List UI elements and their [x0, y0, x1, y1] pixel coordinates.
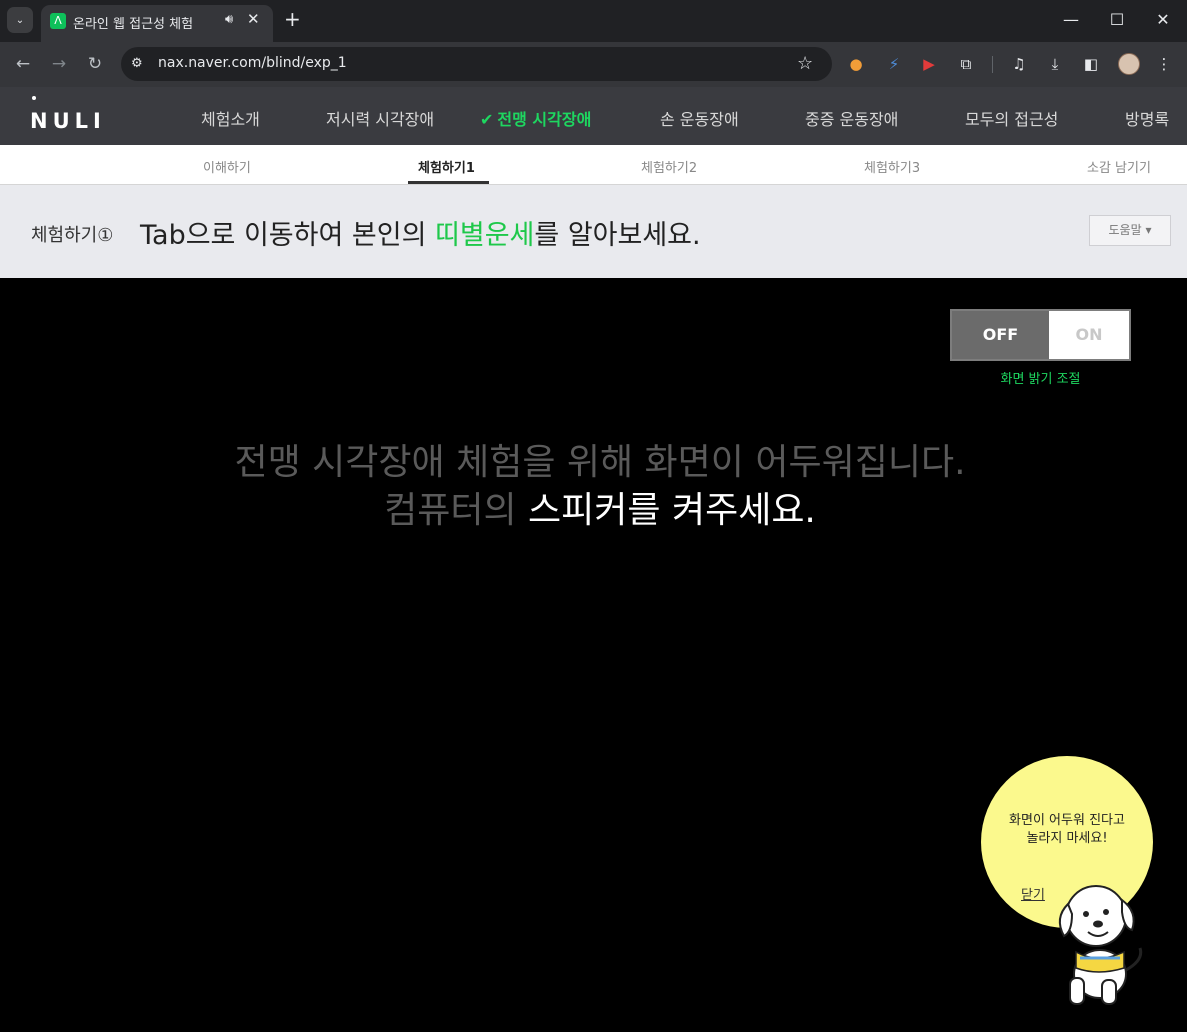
task-instruction: Tab으로 이동하여 본인의 띠별운세를 알아보세요. — [140, 213, 701, 252]
help-button[interactable]: 도움말 ▾ — [1089, 215, 1171, 246]
subnav-active-indicator — [408, 181, 489, 184]
browser-tab[interactable]: Λ 온라인 웹 접근성 체험 🔊︎ ✕ — [41, 5, 273, 42]
task-heading: 체험하기① Tab으로 이동하여 본인의 띠별운세를 알아보세요. 도움말 ▾ — [0, 185, 1187, 278]
logo-dot — [32, 96, 36, 100]
menu-item-intro[interactable]: 체험소개 — [201, 106, 260, 130]
tab-search-button[interactable]: ⌄ — [7, 7, 33, 33]
task-text-after: 를 알아보세요. — [534, 220, 701, 251]
task-highlight: 띠별운세 — [435, 220, 535, 251]
subnav-feedback[interactable]: 소감 남기기 — [1087, 157, 1151, 176]
tip-line-1: 화면이 어두워 진다고 — [1009, 813, 1125, 828]
subnav-experience-2[interactable]: 체험하기2 — [641, 157, 697, 176]
menu-item-low-vision[interactable]: 저시력 시각장애 — [326, 106, 434, 130]
toolbar-divider — [992, 56, 993, 73]
site-info-icon[interactable]: ⚙ — [131, 56, 143, 71]
browser-toolbar: ← → ↻ ⚙ nax.naver.com/blind/exp_1 ☆ ● ⚡ … — [0, 42, 1187, 87]
task-text-before: Tab으로 이동하여 본인의 — [140, 220, 436, 251]
subnav-understand[interactable]: 이해하기 — [203, 157, 251, 176]
maximize-icon[interactable]: ☐ — [1107, 10, 1127, 29]
toggle-on-option[interactable]: ON — [1049, 311, 1129, 359]
downloads-icon[interactable]: ⤓ — [1045, 54, 1065, 74]
site-logo[interactable]: NULI — [30, 109, 106, 133]
subnav-experience-1[interactable]: 체험하기1 — [418, 157, 475, 176]
media-control-icon[interactable]: ♫ — [1009, 54, 1029, 74]
mascot-dog-illustration — [1058, 885, 1143, 1005]
forward-icon[interactable]: → — [48, 54, 70, 74]
profile-avatar[interactable] — [1118, 53, 1140, 75]
toggle-off-option[interactable]: OFF — [952, 311, 1049, 359]
more-menu-icon[interactable]: ⋮ — [1154, 54, 1174, 74]
tip-line-2: 놀라지 마세요! — [1026, 831, 1108, 846]
window-close-icon[interactable]: ✕ — [1153, 10, 1173, 29]
menu-item-severe-motor[interactable]: 중증 운동장애 — [805, 106, 898, 130]
menu-item-total-blindness-label: 전맹 시각장애 — [497, 110, 592, 129]
tab-title: 온라인 웹 접근성 체험 — [73, 17, 194, 32]
back-icon[interactable]: ← — [12, 54, 34, 74]
sub-nav: 이해하기 체험하기1 체험하기2 체험하기3 소감 남기기 — [0, 145, 1187, 185]
notice-line-2: 컴퓨터의 스피커를 켜주세요. — [0, 481, 1187, 533]
extension-person-icon[interactable]: ● — [846, 54, 866, 74]
extensions-puzzle-icon[interactable]: ⧉ — [956, 54, 976, 74]
notice-line-1: 전맹 시각장애 체험을 위해 화면이 어두워집니다. — [234, 442, 966, 483]
site-nav: NULI 체험소개 저시력 시각장애 ✔ 전맹 시각장애 손 운동장애 중증 운동… — [0, 87, 1187, 145]
audio-playing-icon[interactable]: 🔊︎ — [225, 12, 233, 27]
tab-close-icon[interactable]: ✕ — [247, 10, 260, 28]
brightness-toggle[interactable]: OFF ON — [950, 309, 1131, 361]
site-favicon-icon: Λ — [50, 13, 66, 29]
reload-icon[interactable]: ↻ — [84, 54, 106, 74]
bookmark-star-icon[interactable]: ☆ — [797, 53, 813, 74]
tip-text: 화면이 어두워 진다고 놀라지 마세요! — [981, 812, 1153, 848]
menu-item-guestbook[interactable]: 방명록 — [1125, 106, 1169, 130]
new-tab-button[interactable]: + — [284, 8, 301, 30]
menu-item-accessibility-for-all[interactable]: 모두의 접근성 — [965, 106, 1058, 130]
step-label: 체험하기① — [31, 225, 114, 246]
url-text[interactable]: nax.naver.com/blind/exp_1 — [158, 55, 347, 71]
menu-item-hand-motor[interactable]: 손 운동장애 — [660, 106, 739, 130]
minimize-icon[interactable]: — — [1061, 10, 1081, 29]
notice-line-2-highlight: 스피커를 켜주세요. — [528, 490, 816, 531]
browser-tabstrip: ⌄ Λ 온라인 웹 접근성 체험 🔊︎ ✕ + — ☐ ✕ — [0, 0, 1187, 42]
check-icon: ✔ — [480, 110, 494, 129]
extension-bolt-icon[interactable]: ⚡ — [884, 54, 904, 74]
address-bar[interactable]: ⚙ nax.naver.com/blind/exp_1 ☆ — [121, 47, 832, 81]
toggle-caption: 화면 밝기 조절 — [1000, 372, 1081, 387]
extension-play-icon[interactable]: ▶ — [919, 54, 939, 74]
menu-item-total-blindness[interactable]: ✔ 전맹 시각장애 — [480, 106, 591, 130]
subnav-experience-3[interactable]: 체험하기3 — [864, 157, 920, 176]
notice-line-2-dim: 컴퓨터의 — [384, 490, 529, 531]
side-panel-icon[interactable]: ◧ — [1081, 54, 1101, 74]
